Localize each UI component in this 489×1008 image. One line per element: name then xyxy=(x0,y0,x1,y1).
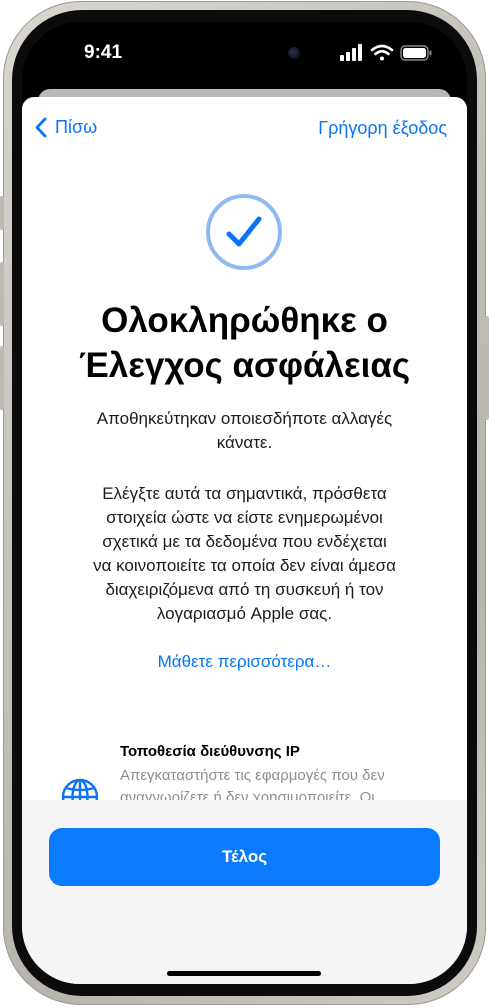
power-button xyxy=(485,316,489,420)
text-line: διαχειριζόμενα από τη συσκευή ή τον xyxy=(105,580,384,599)
status-icons xyxy=(340,43,450,63)
camera-icon xyxy=(288,47,300,59)
text-line: λογαριασμό Apple σας. xyxy=(156,604,333,623)
volume-down-button xyxy=(0,346,4,410)
title-line: Ολοκληρώθηκε ο xyxy=(101,301,388,340)
text-line: Αποθηκεύτηκαν οποιεσδήποτε αλλαγές xyxy=(96,409,393,428)
signal-icon xyxy=(340,44,362,61)
done-button[interactable]: Τέλος xyxy=(49,828,440,886)
footer: Τέλος xyxy=(22,800,467,984)
back-button[interactable]: Πίσω xyxy=(34,117,97,138)
item-title: Τοποθεσία διεύθυνσης IP xyxy=(120,743,300,760)
home-indicator[interactable] xyxy=(167,971,321,976)
saved-changes-text: Αποθηκεύτηκαν οποιεσδήποτε αλλαγές κάνατ… xyxy=(52,407,437,455)
volume-up-button xyxy=(0,262,4,326)
title-line: Έλεγχος ασφάλειας xyxy=(78,346,411,385)
text-line: κάνατε. xyxy=(216,433,273,452)
wifi-icon xyxy=(370,44,394,61)
text-line: σχετικά με τα δεδομένα που ενδέχεται xyxy=(102,532,387,551)
text-line: στοιχεία ώστε να είστε ενημερωμένοι xyxy=(106,508,383,527)
checkmark-circle-icon xyxy=(206,194,282,270)
chevron-left-icon xyxy=(35,117,47,138)
review-items-text: Ελέγξτε αυτά τα σημαντικά, πρόσθετα στοι… xyxy=(52,482,437,626)
status-bar: 9:41 xyxy=(22,22,467,84)
quick-exit-button[interactable]: Γρήγορη έξοδος xyxy=(318,118,447,139)
back-label: Πίσω xyxy=(55,117,98,137)
text-line: Ελέγξτε αυτά τα σημαντικά, πρόσθετα xyxy=(102,484,387,503)
action-button xyxy=(0,196,4,230)
text-line: Απεγκαταστήστε τις εφαρμογές που δεν xyxy=(120,767,385,784)
learn-more-link[interactable]: Μάθετε περισσότερα… xyxy=(22,652,467,672)
battery-icon xyxy=(400,45,432,61)
screen: 9:41 Πίσω Γρήγορη έξοδος Ολοκληρώθηκε ο … xyxy=(22,22,467,984)
status-time: 9:41 xyxy=(84,42,123,63)
page-title: Ολοκληρώθηκε ο Έλεγχος ασφάλειας xyxy=(42,298,447,388)
text-line: να κοινοποιείτε τα οποία δεν είναι άμεσα xyxy=(93,556,396,575)
safety-check-sheet: Πίσω Γρήγορη έξοδος Ολοκληρώθηκε ο Έλεγχ… xyxy=(22,97,467,984)
